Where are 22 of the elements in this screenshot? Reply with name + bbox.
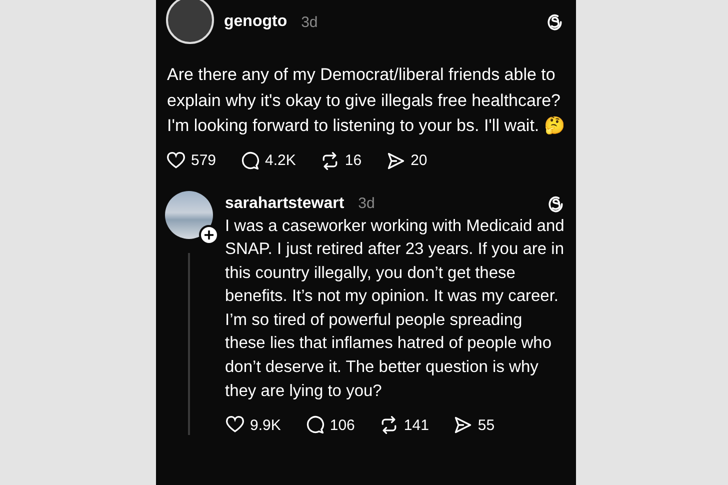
paper-plane-icon: [386, 150, 406, 170]
like-button[interactable]: 9.9K: [225, 415, 281, 436]
post-time: 3d: [358, 195, 375, 212]
username[interactable]: genogto: [224, 13, 288, 31]
repost-button[interactable]: 16: [320, 150, 362, 170]
post-time: 3d: [301, 14, 318, 30]
reply-button[interactable]: 4.2K: [240, 150, 296, 170]
repost-button[interactable]: 141: [378, 415, 429, 436]
like-button[interactable]: 579: [166, 150, 216, 170]
speech-bubble-icon: [304, 415, 325, 436]
paper-plane-icon: [452, 415, 473, 436]
share-button[interactable]: 20: [386, 150, 428, 170]
avatar-photo-placeholder[interactable]: [165, 190, 213, 238]
reply-button[interactable]: 106: [304, 415, 355, 436]
plus-icon[interactable]: [199, 224, 219, 244]
avatar-photo-placeholder[interactable]: [166, 0, 214, 44]
share-button[interactable]: 55: [452, 415, 495, 436]
heart-icon: [166, 150, 186, 170]
speech-bubble-icon: [240, 150, 260, 170]
post-text: Are there any of my Democrat/liberal friends able to explain why it's okay to give illegals free healthcare? I'm looking forward to listening to your bs. I'll wait. 🤔: [167, 64, 566, 137]
username[interactable]: sarahartstewart: [225, 194, 344, 212]
reply-text: I was a caseworker working with Medicaid and SNAP. I just retired after 23 years. If you are in this country illegally, you don’t get these benefits. It’s not my opinion. It was my career. I’m so tired of powerful people spreading these lies that inflames hatred of people who don’t deserve it. The better question is why they are lying to you?: [225, 216, 565, 402]
